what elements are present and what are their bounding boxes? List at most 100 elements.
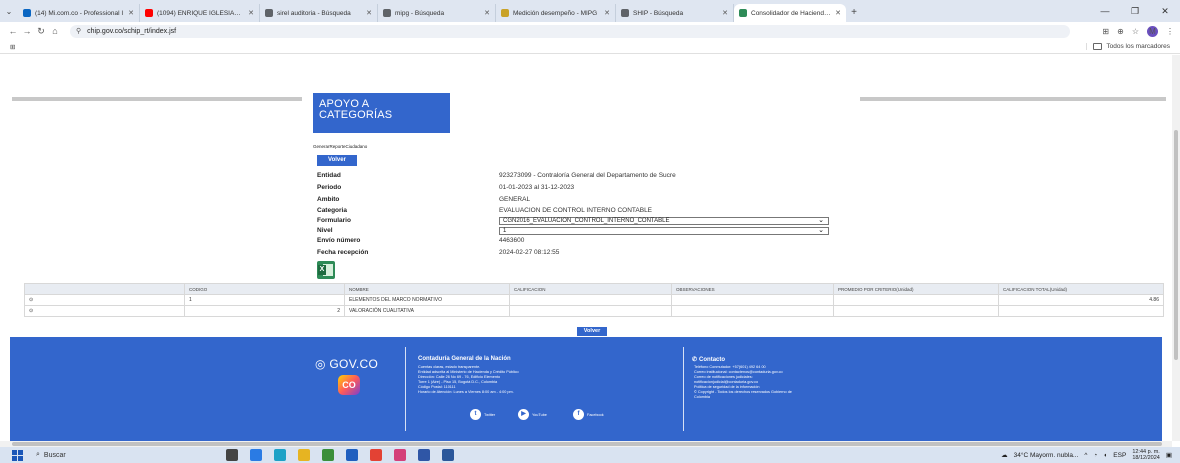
address-toolbar: ← → ↻ ⌂ ⚲ chip.gov.co/schip_rt/index.jsf… <box>0 22 1180 40</box>
tab-close-icon[interactable]: ✕ <box>366 9 372 17</box>
edge-icon[interactable] <box>274 449 286 461</box>
tab-search-chevron-icon[interactable]: ⌄ <box>0 0 18 22</box>
tab-close-icon[interactable]: ✕ <box>604 9 610 17</box>
excel-export-icon[interactable]: X <box>317 261 335 279</box>
tab-close-icon[interactable]: ✕ <box>128 9 134 17</box>
app-icon[interactable] <box>394 449 406 461</box>
tab-close-icon[interactable]: ✕ <box>722 9 728 17</box>
vertical-scroll-thumb[interactable] <box>1174 130 1178 360</box>
row-expand-toggle[interactable]: ⊙ <box>24 305 185 317</box>
browser-tab[interactable]: (1094) ENRIQUE IGLESIAS MIX ✕ <box>140 4 260 22</box>
network-icon[interactable]: ◔ <box>1093 452 1097 459</box>
file-explorer-icon[interactable] <box>298 449 310 461</box>
all-bookmarks-label: Todos los marcadores <box>1106 43 1170 50</box>
row-expand-toggle[interactable]: ⊙ <box>24 294 185 306</box>
taskbar-search[interactable]: ⌕ Buscar <box>36 449 186 462</box>
tab-label: (14) Mi.com.co - Professional I <box>35 9 124 17</box>
all-bookmarks-button[interactable]: Todos los marcadores <box>1086 43 1170 50</box>
new-tab-button[interactable]: + <box>846 4 862 22</box>
widgets-icon[interactable] <box>250 449 262 461</box>
volver-button-bottom[interactable]: Volver <box>577 327 607 336</box>
clock[interactable]: 12:44 p. m. 18/12/2024 <box>1132 449 1160 461</box>
home-icon[interactable]: ⌂ <box>48 26 62 36</box>
page-content: APOYO A CATEGORÍAS GenerarReporteCiudada… <box>0 55 1172 441</box>
system-tray: ☁ 34°C Mayorm. nubla... ^ ◔ ◖ ESP 12:44 … <box>1001 449 1180 461</box>
column-header-observaciones: OBSERVACIONES <box>671 283 834 295</box>
tray-chevron-up-icon[interactable]: ^ <box>1084 452 1087 459</box>
page-title-box: APOYO A CATEGORÍAS <box>313 93 450 133</box>
close-window-icon[interactable]: ✕ <box>1150 6 1180 17</box>
social-facebook-link[interactable]: f Facebook <box>573 409 604 420</box>
chrome-icon[interactable] <box>370 449 382 461</box>
forward-icon[interactable]: → <box>20 26 34 36</box>
menu-kebab-icon[interactable]: ⋮ <box>1166 27 1174 36</box>
tab-favicon-icon <box>265 9 273 17</box>
tab-close-icon[interactable]: ✕ <box>835 9 841 17</box>
formulario-label: Formulario <box>317 217 351 224</box>
language-indicator[interactable]: ESP <box>1113 452 1126 459</box>
tab-close-icon[interactable]: ✕ <box>248 9 254 17</box>
footer-contact-title-text: Contacto <box>699 357 726 363</box>
mail-icon[interactable] <box>418 449 430 461</box>
periodo-label: Periodo <box>317 184 342 191</box>
tab-label: Consolidador de Hacienda e Inf <box>751 9 831 17</box>
tab-close-icon[interactable]: ✕ <box>484 9 490 17</box>
social-youtube-link[interactable]: ▶ YouTube <box>518 409 547 420</box>
task-view-icon[interactable] <box>226 449 238 461</box>
ambito-value: GENERAL <box>499 196 531 203</box>
volver-button-top[interactable]: Volver <box>317 155 357 166</box>
restore-icon[interactable]: ❐ <box>1120 6 1150 17</box>
weather-text[interactable]: 34°C Mayorm. nubla... <box>1014 452 1079 459</box>
translate-icon[interactable]: ⊞ <box>1102 27 1109 36</box>
gov-co-logo-text: GOV.CO <box>329 357 379 371</box>
envio-value: 4463600 <box>499 237 525 244</box>
excel-x-glyph: X <box>318 265 326 275</box>
back-icon[interactable]: ← <box>6 26 20 36</box>
site-info-icon[interactable]: ⚲ <box>76 27 81 35</box>
browser-tab[interactable]: Consolidador de Hacienda e Inf ✕ <box>734 4 846 22</box>
tab-label: sirel auditoria - Búsqueda <box>277 9 351 17</box>
tab-favicon-icon <box>23 9 31 17</box>
profile-avatar[interactable]: M <box>1147 25 1158 37</box>
weather-icon: ☁ <box>1001 452 1008 459</box>
bookmark-star-icon[interactable]: ☆ <box>1132 27 1139 36</box>
windows-start-icon[interactable] <box>10 448 24 462</box>
volume-icon[interactable]: ◖ <box>1103 452 1107 459</box>
tab-label: (1094) ENRIQUE IGLESIAS MIX <box>157 9 245 17</box>
store-icon[interactable] <box>322 449 334 461</box>
nivel-select[interactable]: 1 ⌄ <box>499 227 829 235</box>
browser-tab[interactable]: sirel auditoria - Búsqueda ✕ <box>260 4 378 22</box>
url-text: chip.gov.co/schip_rt/index.jsf <box>87 27 177 35</box>
cell-calificacion <box>509 305 672 317</box>
ambito-label: Ambito <box>317 196 340 203</box>
url-field[interactable]: ⚲ chip.gov.co/schip_rt/index.jsf <box>70 24 1070 38</box>
fecha-recepcion-value: 2024-02-27 08:12:55 <box>499 249 560 256</box>
word-icon[interactable] <box>442 449 454 461</box>
outlook-icon[interactable] <box>346 449 358 461</box>
column-header-codigo: CODIGO <box>184 283 345 295</box>
formulario-select[interactable]: CGN2016_EVALUACION_CONTROL_INTERNO_CONTA… <box>499 217 829 225</box>
browser-tab[interactable]: mipg - Búsqueda ✕ <box>378 4 496 22</box>
notifications-icon[interactable]: ▣ <box>1166 451 1172 459</box>
zoom-icon[interactable]: ⊕ <box>1117 27 1124 36</box>
browser-tab[interactable]: SHIP - Búsqueda ✕ <box>616 4 734 22</box>
windows-taskbar: ⌕ Buscar ☁ 34°C Mayorm. nubla... ^ ◔ ◖ E… <box>0 447 1180 463</box>
vertical-scrollbar[interactable] <box>1172 55 1180 441</box>
social-twitter-link[interactable]: t Twitter <box>470 409 495 420</box>
horizontal-scroll-thumb[interactable] <box>12 442 1162 446</box>
browser-tab[interactable]: (14) Mi.com.co - Professional I ✕ <box>18 4 140 22</box>
cell-nombre: ELEMENTOS DEL MARCO NORMATIVO <box>344 294 510 306</box>
cell-calificacion-total: 4.86 <box>998 294 1164 306</box>
browser-tab[interactable]: Medición desempeño - MIPG ✕ <box>496 4 616 22</box>
gov-co-logo[interactable]: ◎ GOV.CO <box>315 357 378 371</box>
cell-promedio <box>833 294 999 306</box>
folder-icon <box>1093 43 1103 50</box>
phone-icon: ✆ <box>692 357 698 363</box>
reload-icon[interactable]: ↻ <box>34 26 48 37</box>
youtube-label: YouTube <box>532 412 547 417</box>
column-header-nombre: NOMBRE <box>344 283 510 295</box>
categoria-value: EVALUACION DE CONTROL INTERNO CONTABLE <box>499 207 653 214</box>
minimize-icon[interactable]: — <box>1090 6 1120 16</box>
fecha-recepcion-label: Fecha recepción <box>317 249 369 256</box>
apps-grid-icon[interactable]: ⊞ <box>10 43 15 51</box>
